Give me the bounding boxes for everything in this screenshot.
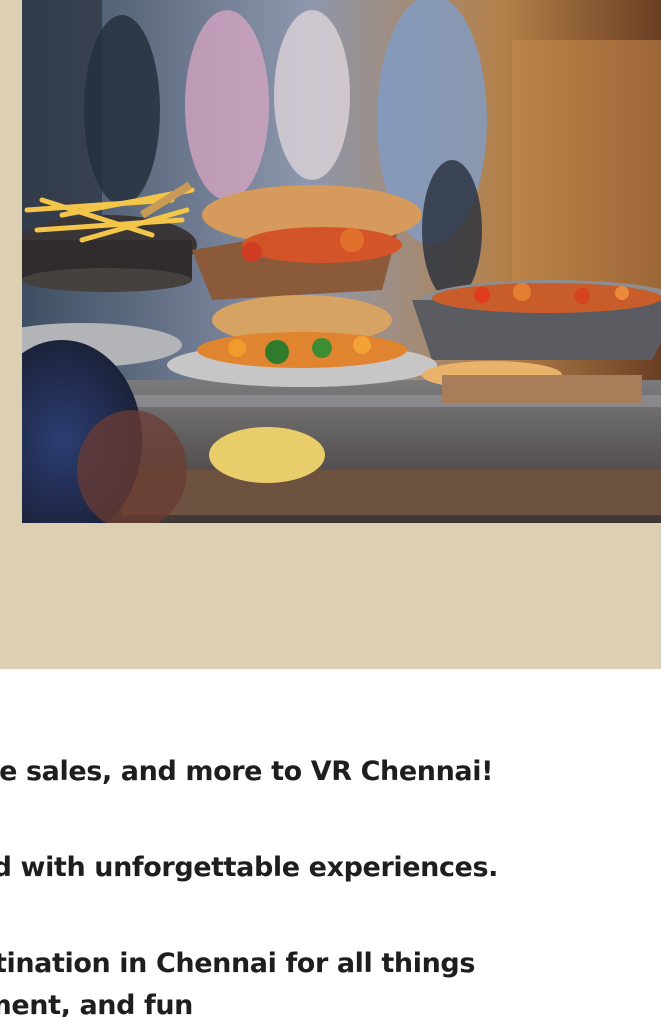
intro-line-1: sive sales, and more to VR Chennai!	[0, 756, 493, 787]
hero-band	[0, 0, 661, 669]
intro-text: sive sales, and more to VR Chennai! lled…	[0, 669, 661, 1017]
street-food-image	[22, 0, 661, 523]
intro-line-4: ment, and fun	[0, 990, 193, 1017]
street-food-photo	[22, 0, 661, 523]
page: sive sales, and more to VR Chennai! lled…	[0, 0, 661, 1017]
intro-line-3: estination in Chennai for all things	[0, 948, 475, 979]
intro-line-2: lled with unforgettable experiences.	[0, 852, 498, 883]
